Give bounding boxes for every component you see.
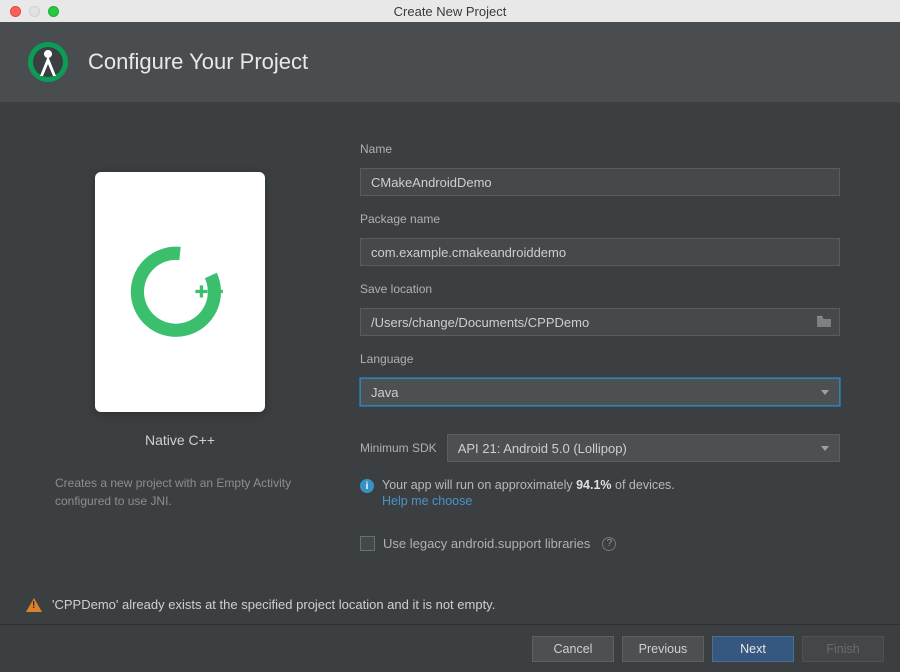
form-pane: Name Package name Save location Language… (360, 132, 900, 564)
info-icon: i (360, 479, 374, 493)
window-title: Create New Project (0, 4, 900, 19)
name-input[interactable] (360, 168, 840, 196)
name-label: Name (360, 142, 840, 156)
help-me-choose-link[interactable]: Help me choose (382, 494, 675, 508)
help-icon[interactable]: ? (602, 537, 616, 551)
cpp-template-icon (125, 237, 235, 347)
previous-button[interactable]: Previous (622, 636, 704, 662)
template-description: Creates a new project with an Empty Acti… (55, 474, 305, 510)
cancel-button[interactable]: Cancel (532, 636, 614, 662)
sdk-value: API 21: Android 5.0 (Lollipop) (458, 441, 627, 456)
legacy-support-checkbox[interactable] (360, 536, 375, 551)
template-name: Native C++ (145, 432, 215, 448)
warning-icon (26, 598, 42, 612)
legacy-support-label: Use legacy android.support libraries (383, 536, 590, 551)
package-label: Package name (360, 212, 840, 226)
dialog-header: Configure Your Project (0, 22, 900, 102)
dialog-footer: Cancel Previous Next Finish (0, 624, 900, 672)
browse-folder-icon[interactable] (816, 314, 832, 328)
sdk-label: Minimum SDK (360, 441, 437, 455)
language-label: Language (360, 352, 840, 366)
sdk-select[interactable]: API 21: Android 5.0 (Lollipop) (447, 434, 840, 462)
warning-bar: 'CPPDemo' already exists at the specifie… (0, 589, 900, 620)
language-select[interactable]: Java (360, 378, 840, 406)
titlebar: Create New Project (0, 0, 900, 22)
language-value: Java (371, 385, 398, 400)
dialog-title: Configure Your Project (88, 49, 308, 75)
chevron-down-icon (821, 446, 829, 451)
location-label: Save location (360, 282, 840, 296)
template-preview-card (95, 172, 265, 412)
sdk-info: i Your app will run on approximately 94.… (360, 478, 840, 508)
location-input[interactable] (360, 308, 840, 336)
chevron-down-icon (821, 390, 829, 395)
finish-button: Finish (802, 636, 884, 662)
template-preview-pane: Native C++ Creates a new project with an… (0, 132, 360, 564)
android-studio-logo-icon (26, 40, 70, 84)
warning-text: 'CPPDemo' already exists at the specifie… (52, 597, 495, 612)
package-input[interactable] (360, 238, 840, 266)
next-button[interactable]: Next (712, 636, 794, 662)
